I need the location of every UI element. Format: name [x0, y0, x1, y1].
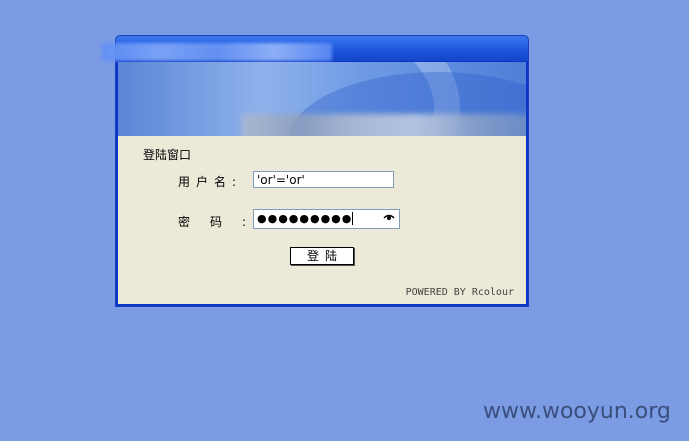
window-title-blurred	[102, 43, 332, 61]
login-window: 登陆窗口 用户名: 'or'='or' 密码: ●●●●●●●●● 登陆 POW…	[102, 36, 528, 306]
username-label: 用户名:	[178, 175, 243, 189]
header-banner	[118, 62, 526, 136]
section-title: 登陆窗口	[143, 148, 192, 162]
show-password-eye-icon[interactable]	[383, 213, 395, 221]
username-field[interactable]: 'or'='or'	[253, 171, 394, 188]
username-value: 'or'='or'	[257, 173, 305, 187]
password-field[interactable]: ●●●●●●●●●	[253, 209, 400, 229]
banner-logo-blurred	[242, 114, 526, 136]
text-caret	[352, 212, 354, 225]
powered-by-text: POWERED BY Rcolour	[405, 287, 514, 298]
password-value: ●●●●●●●●●	[257, 212, 353, 225]
login-panel: 登陆窗口 用户名: 'or'='or' 密码: ●●●●●●●●● 登陆 POW…	[118, 136, 526, 304]
login-button[interactable]: 登陆	[290, 247, 354, 265]
window-titlebar[interactable]	[102, 36, 528, 61]
watermark: www.wooyun.org	[483, 399, 671, 424]
